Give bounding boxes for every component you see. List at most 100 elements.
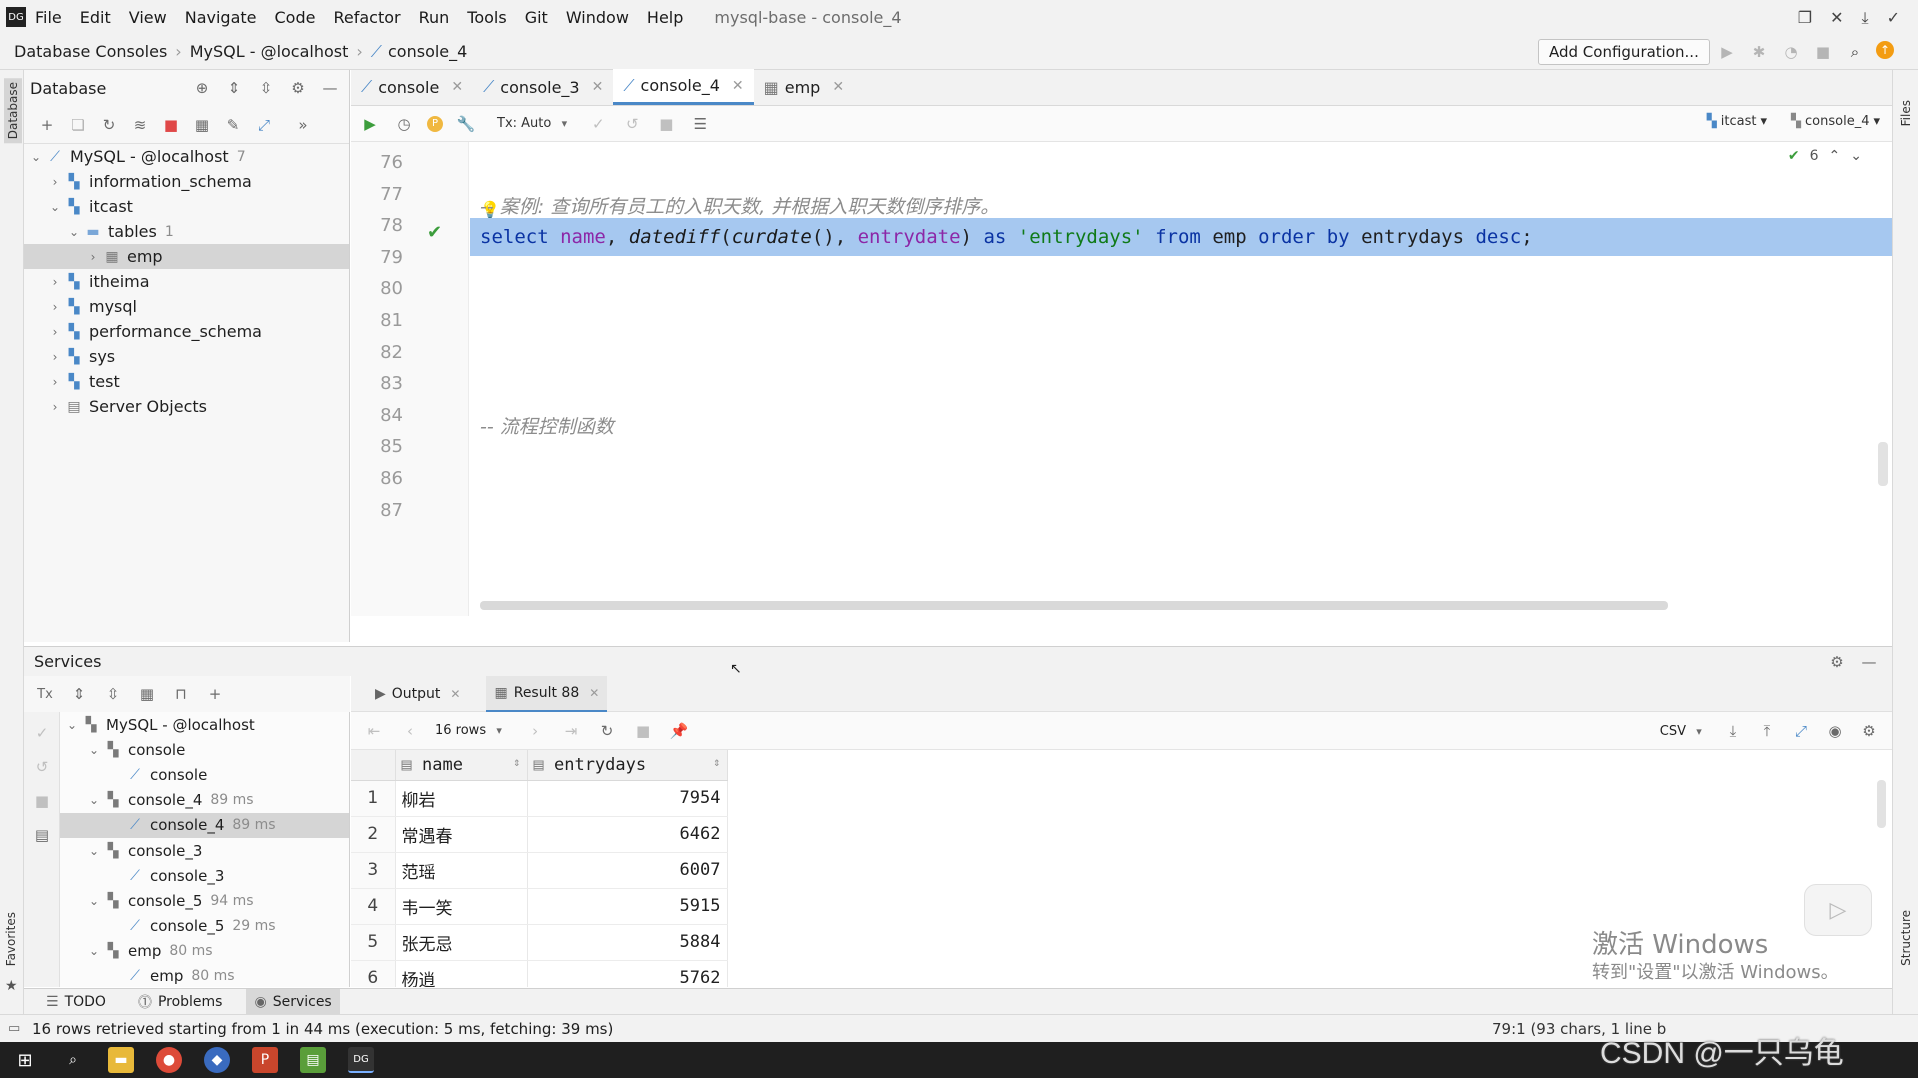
chevron-down-icon[interactable]: ⌄ (86, 894, 102, 908)
stop-icon[interactable]: ■ (31, 790, 53, 812)
close-icon[interactable]: ✕ (450, 687, 460, 701)
close-icon[interactable]: ✕ (1830, 8, 1843, 28)
tree-item-emp[interactable]: › ▦ emp (24, 244, 349, 269)
chevron-down-icon[interactable]: ⌄ (47, 200, 63, 214)
table-row[interactable]: 2 常遇春 6462 (351, 816, 728, 853)
structure-tool-button[interactable]: Structure (1899, 910, 1913, 966)
cell-name[interactable]: 张无忌 (395, 924, 528, 961)
layout-toggle-icon[interactable]: ▭ (8, 1021, 20, 1036)
close-icon[interactable]: ✕ (451, 79, 463, 95)
stop-icon[interactable]: ■ (632, 720, 654, 742)
datagrip-icon[interactable]: DG (348, 1047, 374, 1073)
filter-icon[interactable]: ⊓ (170, 683, 192, 705)
service-item[interactable]: ⟋ emp 80 ms (60, 964, 349, 987)
chevron-down-icon[interactable]: ⌄ (66, 225, 82, 239)
service-item[interactable]: ⌄ ▚ console_3 (60, 838, 349, 863)
view-icon[interactable]: ◉ (1824, 720, 1846, 742)
breadcrumb-1[interactable]: MySQL - @localhost (190, 42, 349, 61)
menu-item-refactor[interactable]: Refactor (324, 8, 409, 27)
table-view-icon[interactable]: ▦ (191, 114, 213, 136)
settings-icon[interactable]: ⚙ (287, 77, 309, 99)
chevron-right-icon[interactable]: › (47, 350, 63, 364)
console-selector[interactable]: ▚ console_4 ▾ (1791, 114, 1880, 129)
next-page-icon[interactable]: › (524, 720, 546, 742)
add-icon[interactable]: + (36, 114, 58, 136)
close-icon[interactable]: ✕ (832, 79, 844, 95)
cell-entrydays[interactable]: 7954 (527, 780, 728, 817)
settings-icon[interactable]: ⚙ (1858, 720, 1880, 742)
menu-item-help[interactable]: Help (638, 8, 692, 27)
chevron-down-icon[interactable]: ⌄ (28, 150, 44, 164)
menu-item-edit[interactable]: Edit (71, 8, 120, 27)
table-row[interactable]: 3 范瑶 6007 (351, 852, 728, 889)
cell-name[interactable]: 韦一笑 (395, 888, 528, 925)
table-row[interactable]: 6 杨逍 5762 (351, 960, 728, 987)
column-header-name[interactable]: ▤ name ⇕ (395, 750, 528, 781)
coverage-icon[interactable]: ◔ (1780, 41, 1802, 63)
table-row[interactable]: 4 韦一笑 5915 (351, 888, 728, 925)
rollback-icon[interactable]: ↺ (621, 113, 643, 135)
tab-output[interactable]: ▶ Output ✕ (367, 676, 468, 712)
table-row[interactable]: 5 张无忌 5884 (351, 924, 728, 961)
tab-console-3[interactable]: ⟋ console_3 ✕ (473, 69, 613, 105)
update-icon[interactable]: ↑ (1876, 41, 1894, 59)
file-explorer-icon[interactable]: ▬ (108, 1047, 134, 1073)
wrench-icon[interactable]: 🔧 (455, 113, 477, 135)
tree-item-performance-schema[interactable]: › ▚ performance_schema (24, 319, 349, 344)
tab-console[interactable]: ⟋ console ✕ (351, 69, 473, 105)
rows-selector[interactable]: 16 rows (435, 723, 486, 738)
restore-icon[interactable]: ❐ (1798, 8, 1812, 28)
commit-icon[interactable]: ✓ (31, 722, 53, 744)
explain-plan-icon[interactable]: P (427, 115, 443, 132)
menu-item-code[interactable]: Code (266, 8, 325, 27)
transaction-icon[interactable]: Tx (34, 683, 56, 705)
tree-item-server-objects[interactable]: › ▤ Server Objects (24, 394, 349, 419)
app-icon[interactable]: ◆ (204, 1047, 230, 1073)
inspection-widget[interactable]: ✔ 6 ⌃ ⌄ (1788, 148, 1862, 164)
expand-all-icon[interactable]: ⇕ (68, 683, 90, 705)
cell-entrydays[interactable]: 6462 (527, 816, 728, 853)
chevron-down-icon[interactable]: ⌄ (86, 793, 102, 807)
add-service-icon[interactable]: + (204, 683, 226, 705)
close-icon[interactable]: ✕ (732, 78, 744, 94)
cell-entrydays[interactable]: 6007 (527, 852, 728, 889)
chevron-down-icon[interactable]: ⌄ (64, 718, 80, 732)
service-item[interactable]: ⌄ ▚ console (60, 737, 349, 762)
close-icon[interactable]: ✕ (592, 79, 604, 95)
export-format-selector[interactable]: CSV (1660, 724, 1686, 739)
tool-tab-problems[interactable]: ⓵ Problems (130, 989, 231, 1015)
properties-icon[interactable]: ≋ (129, 114, 151, 136)
search-icon[interactable]: ⌕ (1844, 41, 1866, 63)
commit-icon[interactable]: ✓ (587, 113, 609, 135)
chevron-down-icon[interactable]: ⌄ (86, 944, 102, 958)
previous-page-icon[interactable]: ‹ (399, 720, 421, 742)
menu-item-view[interactable]: View (120, 8, 176, 27)
cell-name[interactable]: 范瑶 (395, 852, 528, 889)
notepad-icon[interactable]: ▤ (300, 1047, 326, 1073)
output-layout-icon[interactable]: ☰ (689, 113, 711, 135)
breadcrumb-0[interactable]: Database Consoles (14, 42, 167, 61)
cell-entrydays[interactable]: 5762 (527, 960, 728, 987)
menu-item-window[interactable]: Window (557, 8, 638, 27)
tree-item-sys[interactable]: › ▚ sys (24, 344, 349, 369)
chevron-right-icon[interactable]: › (47, 175, 63, 189)
tree-item-tables[interactable]: ⌄ ▬ tables 1 (24, 219, 349, 244)
menu-item-git[interactable]: Git (516, 8, 557, 27)
tree-item-itcast[interactable]: ⌄ ▚ itcast (24, 194, 349, 219)
column-header-entrydays[interactable]: ▤ entrydays ⇕ (527, 750, 728, 781)
locate-icon[interactable]: ⊕ (191, 77, 213, 99)
export-icon[interactable]: ⤓ (1722, 720, 1744, 742)
horizontal-scrollbar[interactable] (480, 601, 1668, 610)
cell-entrydays[interactable]: 5915 (527, 888, 728, 925)
chevron-right-icon[interactable]: › (47, 375, 63, 389)
code-editor[interactable]: ✔ 6 ⌃ ⌄ 💡 -- 案例: 查询所有员工的入职天数, 并根据入职天数倒序排… (470, 142, 1892, 616)
menu-item-run[interactable]: Run (410, 8, 459, 27)
copy-icon[interactable]: ❏ (67, 114, 89, 136)
pin-icon[interactable]: 📌 (668, 720, 690, 742)
cell-name[interactable]: 常遇春 (395, 816, 528, 853)
check-icon[interactable]: ✓ (1887, 8, 1900, 28)
service-item[interactable]: ⟋ console_5 29 ms (60, 914, 349, 939)
service-item[interactable]: ⌄ ▚ console_5 94 ms (60, 888, 349, 913)
more-icon[interactable]: » (292, 114, 314, 136)
service-item[interactable]: ⟋ console_4 89 ms (60, 812, 349, 838)
